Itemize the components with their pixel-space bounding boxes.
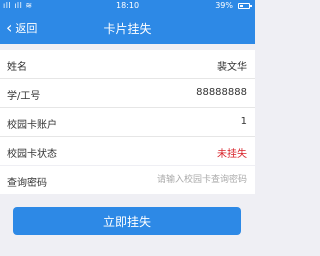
info-label: 姓名 <box>7 62 27 73</box>
info-row-account: 校园卡账户 1 <box>0 108 255 137</box>
report-loss-button[interactable]: 立即挂失 <box>13 207 241 235</box>
battery-percent: 39% <box>215 1 233 10</box>
info-value: 裴文华 <box>217 62 247 73</box>
password-row: 查询密码 <box>0 166 255 194</box>
info-row-name: 姓名 裴文华 <box>0 50 255 79</box>
info-label: 校园卡状态 <box>7 149 57 160</box>
info-label: 学/工号 <box>7 91 41 102</box>
card-info-list: 姓名 裴文华 学/工号 88888888 校园卡账户 1 校园卡状态 未挂失 <box>0 50 255 165</box>
page-title: 卡片挂失 <box>103 22 152 36</box>
info-row-status: 校园卡状态 未挂失 <box>0 137 255 165</box>
status-badge: 未挂失 <box>217 149 247 160</box>
status-bar: ıll ıll ≋ 18:10 39% <box>0 0 255 12</box>
password-label: 查询密码 <box>7 178 47 189</box>
status-time: 18:10 <box>116 1 140 10</box>
info-row-id: 学/工号 88888888 <box>0 79 255 108</box>
info-value: 88888888 <box>196 87 247 98</box>
battery-icon <box>238 3 252 9</box>
signal-icon: ıll ıll ≋ <box>3 1 33 10</box>
password-input[interactable] <box>107 172 247 188</box>
nav-bar: ‹ 返回 卡片挂失 <box>0 12 255 44</box>
info-value: 1 <box>240 116 247 127</box>
info-label: 校园卡账户 <box>7 120 57 131</box>
